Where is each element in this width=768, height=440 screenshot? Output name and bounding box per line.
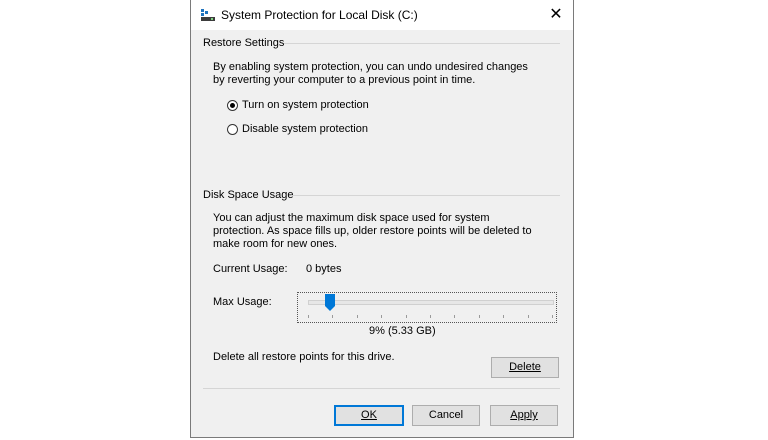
turn-on-protection-radio[interactable]: Turn on system protection — [227, 98, 369, 112]
max-usage-readout: 9% (5.33 GB) — [369, 325, 436, 337]
disk-space-divider — [291, 195, 560, 196]
disk-space-heading: Disk Space Usage — [203, 189, 294, 201]
close-button[interactable]: ✕ — [539, 0, 573, 30]
cancel-button-label: Cancel — [428, 409, 464, 421]
slider-tick — [552, 315, 553, 318]
slider-tick — [332, 315, 334, 318]
disable-protection-label: Disable system protection — [242, 123, 368, 135]
slider-tick — [454, 315, 456, 318]
ok-button[interactable]: OK — [334, 405, 404, 426]
max-usage-label-text: Max Usage: — [213, 296, 272, 308]
current-usage-label: Current Usage: — [213, 263, 288, 275]
ok-button-label: OK — [361, 409, 377, 421]
slider-tick — [356, 315, 358, 318]
delete-restore-points-text: Delete all restore points for this drive… — [213, 351, 395, 363]
title-bar[interactable]: System Protection for Local Disk (C:) ✕ — [191, 0, 573, 30]
delete-button-label: Delete — [509, 361, 541, 373]
slider-tick — [405, 315, 407, 318]
slider-tick — [308, 315, 309, 318]
radio-unchecked-icon[interactable] — [227, 123, 238, 135]
restore-settings-divider — [284, 43, 560, 44]
slider-tick — [430, 315, 431, 318]
cancel-button[interactable]: Cancel — [412, 405, 480, 426]
close-icon: ✕ — [549, 6, 563, 23]
apply-button-label: Apply — [510, 409, 538, 421]
radio-checked-icon[interactable] — [227, 99, 238, 111]
restore-description: By enabling system protection, you can u… — [213, 61, 528, 86]
system-protection-icon — [201, 9, 215, 21]
slider-track — [308, 300, 554, 305]
apply-button[interactable]: Apply — [490, 405, 558, 426]
window-title: System Protection for Local Disk (C:) — [221, 8, 418, 22]
slider-tick — [381, 315, 383, 318]
slider-tick — [527, 315, 529, 318]
max-usage-label: Max Usage: — [213, 296, 272, 308]
max-usage-slider[interactable] — [297, 292, 557, 323]
delete-button[interactable]: Delete — [491, 357, 559, 378]
slider-tick — [478, 315, 480, 318]
footer-divider — [203, 388, 560, 389]
turn-on-protection-label: Turn on system protection — [242, 99, 369, 111]
slider-thumb[interactable] — [324, 294, 335, 311]
restore-settings-heading: Restore Settings — [203, 37, 285, 49]
slider-tick — [503, 315, 505, 318]
system-protection-dialog: System Protection for Local Disk (C:) ✕ … — [190, 0, 574, 438]
disable-protection-radio[interactable]: Disable system protection — [227, 122, 368, 136]
current-usage-value: 0 bytes — [306, 263, 342, 275]
disk-description: You can adjust the maximum disk space us… — [213, 212, 532, 250]
